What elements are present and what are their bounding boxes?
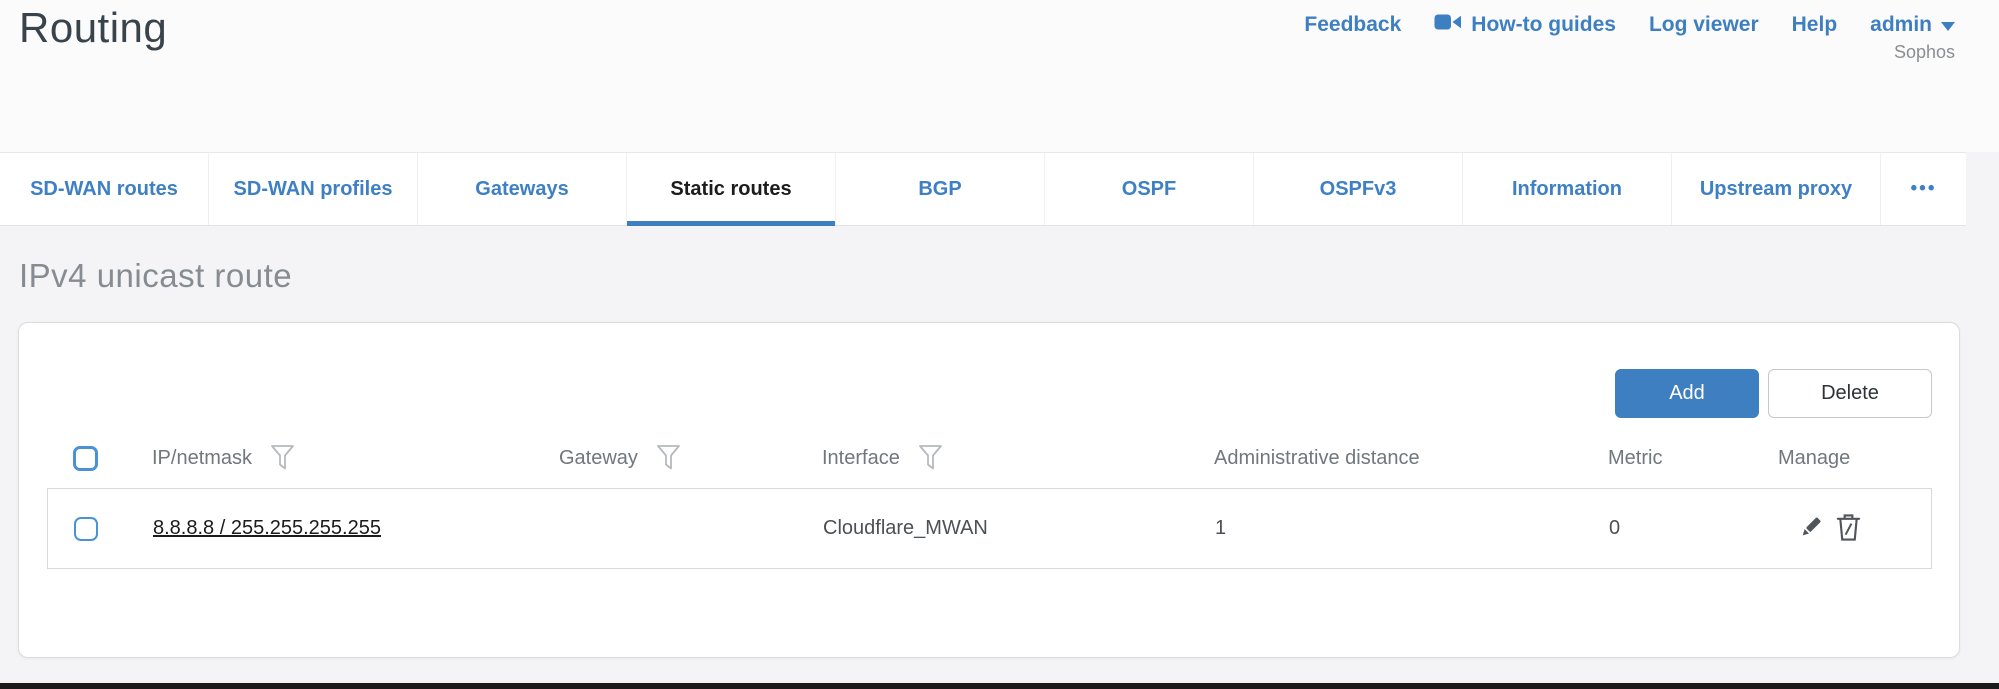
- video-icon: [1434, 12, 1462, 38]
- filter-funnel-icon[interactable]: [656, 444, 681, 477]
- account-name: Sophos: [1894, 42, 1955, 63]
- admin-menu-label: admin: [1870, 13, 1932, 37]
- caret-down-icon: [1941, 13, 1955, 37]
- help-label: Help: [1792, 13, 1838, 37]
- edit-route-button[interactable]: [1795, 512, 1825, 545]
- tab-label: Upstream proxy: [1700, 178, 1852, 201]
- delete-trash-icon: [1835, 512, 1862, 545]
- tab-information[interactable]: Information: [1462, 153, 1671, 225]
- column-header-metric: Metric: [1608, 447, 1662, 470]
- edit-pencil-icon: [1795, 512, 1825, 545]
- tab-label: Gateways: [475, 178, 568, 201]
- log-viewer-link[interactable]: Log viewer: [1649, 13, 1759, 37]
- feedback-label: Feedback: [1304, 13, 1401, 37]
- row-checkbox[interactable]: [74, 517, 98, 541]
- help-link[interactable]: Help: [1792, 13, 1838, 37]
- tab-label: BGP: [918, 178, 961, 201]
- tab-label: Static routes: [670, 178, 791, 201]
- tab-bar: SD-WAN routes SD-WAN profiles Gateways S…: [0, 152, 1966, 226]
- route-interface-value: Cloudflare_MWAN: [823, 517, 988, 540]
- admin-menu[interactable]: admin: [1870, 13, 1955, 37]
- tab-static-routes[interactable]: Static routes: [626, 153, 835, 225]
- column-header-ip-netmask: IP/netmask: [152, 447, 252, 470]
- section-title: IPv4 unicast route: [19, 257, 292, 295]
- delete-route-button[interactable]: [1835, 512, 1862, 545]
- route-admin-distance-value: 1: [1215, 517, 1226, 540]
- route-ip-netmask-link[interactable]: 8.8.8.8 / 255.255.255.255: [153, 517, 381, 540]
- tab-sd-wan-routes[interactable]: SD-WAN routes: [0, 153, 208, 225]
- tab-bgp[interactable]: BGP: [835, 153, 1044, 225]
- select-all-checkbox[interactable]: [73, 446, 98, 471]
- table-header: IP/netmask Gateway Interface Administrat…: [47, 422, 1932, 494]
- filter-funnel-icon[interactable]: [918, 444, 943, 477]
- tab-ospf[interactable]: OSPF: [1044, 153, 1253, 225]
- add-button[interactable]: Add: [1615, 369, 1759, 418]
- tab-label: OSPFv3: [1320, 178, 1397, 201]
- route-metric-value: 0: [1609, 517, 1620, 540]
- column-header-manage: Manage: [1778, 447, 1850, 470]
- top-nav: Feedback How-to guides Log viewer Help a…: [1304, 12, 1955, 38]
- tab-upstream-proxy[interactable]: Upstream proxy: [1671, 153, 1880, 225]
- feedback-link[interactable]: Feedback: [1304, 13, 1401, 37]
- log-viewer-label: Log viewer: [1649, 13, 1759, 37]
- routes-card: Add Delete IP/netmask Gateway Interface: [18, 322, 1960, 658]
- delete-button[interactable]: Delete: [1768, 369, 1932, 418]
- tab-label: SD-WAN profiles: [234, 178, 393, 201]
- tab-gateways[interactable]: Gateways: [417, 153, 626, 225]
- filter-funnel-icon[interactable]: [270, 444, 295, 477]
- ellipsis-icon: •••: [1911, 178, 1937, 200]
- column-header-interface: Interface: [822, 447, 900, 470]
- howto-guides-label: How-to guides: [1471, 13, 1616, 37]
- page-title: Routing: [19, 4, 167, 52]
- tab-label: OSPF: [1122, 178, 1176, 201]
- howto-guides-link[interactable]: How-to guides: [1434, 12, 1616, 38]
- table-toolbar: Add Delete: [1615, 369, 1932, 418]
- tab-label: Information: [1512, 178, 1622, 201]
- page-header: Routing Feedback How-to guides Log viewe…: [0, 0, 1999, 152]
- tab-sd-wan-profiles[interactable]: SD-WAN profiles: [208, 153, 417, 225]
- column-header-admin-distance: Administrative distance: [1214, 447, 1420, 470]
- table-row: 8.8.8.8 / 255.255.255.255 Cloudflare_MWA…: [47, 488, 1932, 569]
- bottom-edge-bar: [0, 683, 1999, 689]
- column-header-gateway: Gateway: [559, 447, 638, 470]
- more-tabs-button[interactable]: •••: [1880, 153, 1966, 225]
- tab-label: SD-WAN routes: [30, 178, 178, 201]
- tab-ospfv3[interactable]: OSPFv3: [1253, 153, 1462, 225]
- routing-page: Routing Feedback How-to guides Log viewe…: [0, 0, 1999, 689]
